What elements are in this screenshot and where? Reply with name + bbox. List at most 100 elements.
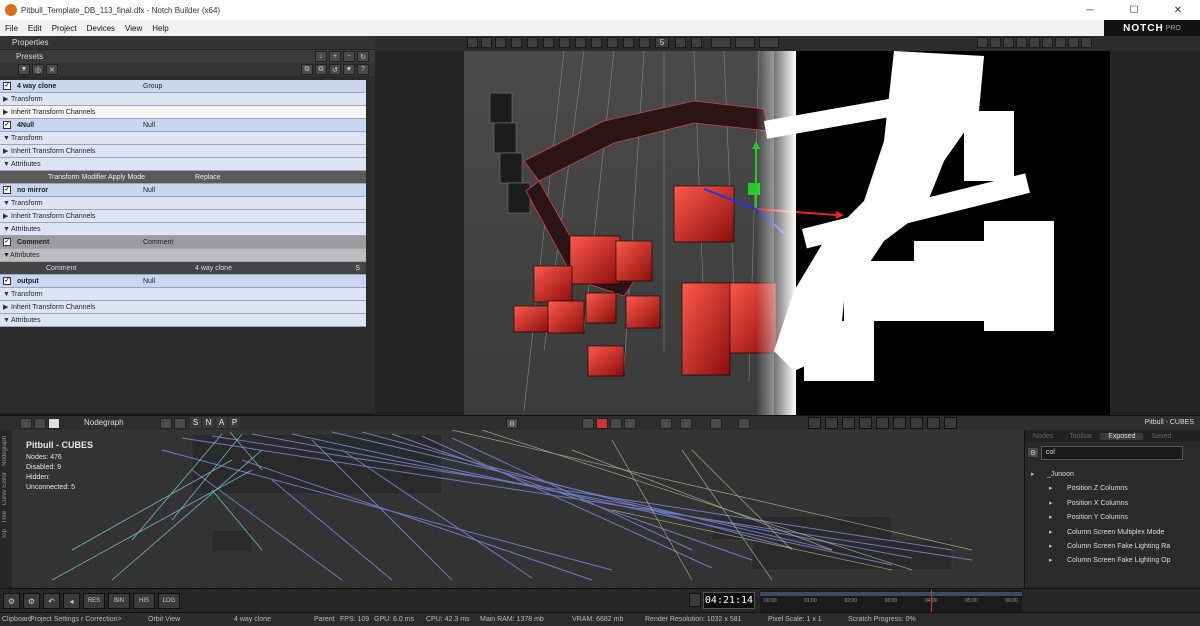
settings-gear-icon[interactable]: ⚙ xyxy=(3,593,20,609)
split-icon[interactable] xyxy=(1029,37,1040,48)
res-button[interactable]: RES xyxy=(83,593,105,609)
back-arrow-icon[interactable]: ◂ xyxy=(63,593,80,609)
timeline-bar[interactable]: 00:00 01:00 02:00 03:00 04:00 05:00 06:0… xyxy=(760,590,1022,612)
section-inherit-transform[interactable]: ▶ Inherit Transform Channels xyxy=(0,210,366,223)
preset-down-icon[interactable]: ↓ xyxy=(315,51,327,62)
bin-button[interactable]: BIN xyxy=(108,593,130,609)
rot-toggle-icon[interactable] xyxy=(735,37,755,48)
tab-saved[interactable]: Saved xyxy=(1143,433,1179,440)
prev-key-icon[interactable] xyxy=(825,417,838,429)
zoom-tool-icon[interactable] xyxy=(607,37,618,48)
his-button[interactable]: HIS xyxy=(133,593,155,609)
help-icon[interactable]: ? xyxy=(357,64,369,75)
menu-file[interactable]: File xyxy=(0,24,23,33)
prev-frame-icon[interactable] xyxy=(842,417,855,429)
next-frame-icon[interactable] xyxy=(910,417,923,429)
section-attributes[interactable]: ▼ Attributes xyxy=(0,249,366,262)
timecode-mode-icon[interactable] xyxy=(689,593,701,607)
rewind-icon[interactable] xyxy=(859,417,872,429)
menu-help[interactable]: Help xyxy=(147,24,173,33)
reset-icon[interactable]: ↺ xyxy=(329,64,341,75)
crosshair-icon[interactable] xyxy=(977,37,988,48)
property-comment[interactable]: Comment 4 way clone S xyxy=(0,262,366,275)
copy-icon[interactable]: ⧉ xyxy=(301,64,313,75)
frame-icon[interactable] xyxy=(1016,37,1027,48)
menu-project[interactable]: Project xyxy=(47,24,82,33)
expand-icon[interactable] xyxy=(1003,37,1014,48)
tab-tree[interactable]: Tree xyxy=(2,511,8,523)
stereo-icon[interactable] xyxy=(710,418,722,429)
snap-s-button[interactable]: S xyxy=(190,417,201,428)
project-settings-icon[interactable]: ⚙ xyxy=(23,593,40,609)
param-multiplex-mode[interactable]: Column Screen Multiplex Mode xyxy=(1031,526,1200,540)
scale-toggle-icon[interactable] xyxy=(759,37,779,48)
maximize-button[interactable]: ☐ xyxy=(1112,0,1156,20)
tab-curve-editor[interactable]: Curve Editor xyxy=(2,472,8,505)
tab-exposed[interactable]: Exposed xyxy=(1100,432,1144,440)
section-transform[interactable]: ▼ Transform xyxy=(0,197,366,210)
enable-checkbox[interactable]: ✓ xyxy=(3,277,11,285)
settings-gear-icon[interactable]: ⚙ xyxy=(506,418,518,429)
undo-icon[interactable]: ↶ xyxy=(43,593,60,609)
go-to-end-icon[interactable] xyxy=(944,417,957,429)
grid-view-icon[interactable] xyxy=(34,418,46,429)
group-icon[interactable] xyxy=(174,418,186,429)
3d-viewport[interactable] xyxy=(464,51,1110,415)
group-junoon[interactable]: _Junoon xyxy=(1031,468,1200,482)
param-position-z-columns[interactable]: Position Z Columns xyxy=(1031,482,1200,496)
preset-minus-icon[interactable]: − xyxy=(343,51,355,62)
enable-checkbox[interactable]: ✓ xyxy=(3,121,11,129)
section-inherit-transform[interactable]: ▶ Inherit Transform Channels xyxy=(0,301,366,314)
exposed-search-input[interactable]: col xyxy=(1041,446,1183,460)
timeline-playhead[interactable] xyxy=(931,590,932,612)
pan-tool-icon[interactable] xyxy=(591,37,602,48)
bounds-icon[interactable] xyxy=(691,37,702,48)
section-attributes[interactable]: ▼ Attributes xyxy=(0,223,366,236)
clear-filter-icon[interactable]: ✕ xyxy=(46,64,58,75)
pos-toggle-icon[interactable] xyxy=(711,37,731,48)
node-row-4-way-clone[interactable]: ✓ 4 way clone Group xyxy=(0,80,366,93)
log-button[interactable]: LOG xyxy=(158,593,180,609)
target-icon[interactable]: ◎ xyxy=(32,64,44,75)
nodegraph-canvas[interactable] xyxy=(12,430,1024,588)
section-attributes[interactable]: ▼ Attributes xyxy=(0,158,366,171)
snap-a-button[interactable]: A xyxy=(216,417,227,428)
paste-icon[interactable]: ⧉ xyxy=(315,64,327,75)
rgb-icon[interactable] xyxy=(610,418,622,429)
orbit-tool-icon[interactable] xyxy=(575,37,586,48)
translate-tool-icon[interactable] xyxy=(511,37,522,48)
camera-tool-icon[interactable] xyxy=(527,37,538,48)
next-key-icon[interactable] xyxy=(927,417,940,429)
close-button[interactable]: ✕ xyxy=(1156,0,1200,20)
favourite-icon[interactable]: ♥ xyxy=(343,64,355,75)
move-icon[interactable] xyxy=(990,37,1001,48)
fullscreen-icon[interactable] xyxy=(1081,37,1092,48)
light-tool-icon[interactable] xyxy=(543,37,554,48)
wireframe-icon[interactable] xyxy=(639,37,650,48)
param-fake-lighting-ra[interactable]: Column Screen Fake Lighting Ra xyxy=(1031,540,1200,554)
menu-view[interactable]: View xyxy=(120,24,147,33)
enable-checkbox[interactable]: ✓ xyxy=(3,82,11,90)
enable-checkbox[interactable]: ✓ xyxy=(3,238,11,246)
overlay-icon[interactable] xyxy=(660,418,672,429)
luma-icon[interactable] xyxy=(624,418,636,429)
section-attributes[interactable]: ▼ Attributes xyxy=(0,314,366,327)
section-inherit-transform[interactable]: ▶ Inherit Transform Channels xyxy=(0,106,366,119)
snap-count[interactable]: 5 xyxy=(655,37,669,48)
menu-devices[interactable]: Devices xyxy=(82,24,120,33)
param-position-y-columns[interactable]: Position Y Columns xyxy=(1031,511,1200,525)
node-row-comment[interactable]: ✓ Comment Comment xyxy=(0,236,366,249)
snap-icon[interactable] xyxy=(675,37,686,48)
node-row-output[interactable]: ✓ output Null xyxy=(0,275,366,288)
node-row-4null[interactable]: ✓ 4Null Null xyxy=(0,119,366,132)
scale-tool-icon[interactable] xyxy=(495,37,506,48)
preset-refresh-icon[interactable]: ↻ xyxy=(357,51,369,62)
select-tool-icon[interactable] xyxy=(467,37,478,48)
go-to-start-icon[interactable] xyxy=(808,417,821,429)
param-fake-lighting-op[interactable]: Column Screen Fake Lighting Op xyxy=(1031,554,1200,568)
enable-checkbox[interactable]: ✓ xyxy=(3,186,11,194)
grid-icon[interactable] xyxy=(623,37,634,48)
timecode-display[interactable]: 04:21:14 xyxy=(703,592,755,609)
section-transform[interactable]: ▼ Transform xyxy=(0,132,366,145)
menu-edit[interactable]: Edit xyxy=(23,24,47,33)
